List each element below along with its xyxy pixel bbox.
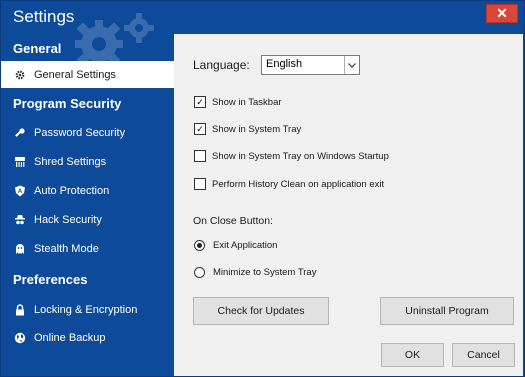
- radio-circle: [194, 239, 205, 251]
- radio-label: Minimize to System Tray: [213, 266, 317, 278]
- show-in-tray-on-startup-checkbox[interactable]: Show in System Tray on Windows Startup: [194, 149, 389, 163]
- sidebar-item-label: General Settings: [34, 68, 116, 81]
- radio-circle: [194, 266, 205, 278]
- checkbox-box: ✓: [194, 96, 206, 108]
- show-in-taskbar-checkbox[interactable]: ✓ Show in Taskbar: [194, 95, 282, 109]
- settings-window: Settings ✕ General General Settings Prog…: [0, 0, 525, 377]
- ghost-icon: [13, 242, 27, 256]
- shield-icon: A: [13, 184, 27, 198]
- cancel-button[interactable]: Cancel: [452, 343, 515, 367]
- language-select[interactable]: English: [261, 55, 360, 75]
- sidebar-item-label: Online Backup: [34, 331, 106, 344]
- checkbox-label: Show in System Tray on Windows Startup: [212, 150, 389, 162]
- checkbox-box: [194, 178, 206, 190]
- sidebar-item-hack-security[interactable]: Hack Security: [1, 206, 174, 233]
- sidebar-item-label: Hack Security: [34, 213, 102, 226]
- key-icon: [13, 126, 27, 140]
- checkbox-label: Show in Taskbar: [212, 96, 282, 108]
- sidebar-item-stealth-mode[interactable]: Stealth Mode: [1, 235, 174, 262]
- sidebar-section-program-security: Program Security: [13, 96, 122, 111]
- ok-button[interactable]: OK: [381, 343, 444, 367]
- sidebar-item-label: Auto Protection: [34, 184, 110, 197]
- minimize-to-tray-radio[interactable]: Minimize to System Tray: [194, 265, 316, 279]
- sidebar-item-online-backup[interactable]: Online Backup: [1, 324, 174, 351]
- checkbox-box: ✓: [194, 123, 206, 135]
- sidebar-item-label: Stealth Mode: [34, 242, 99, 255]
- sidebar-item-password-security[interactable]: Password Security: [1, 119, 174, 146]
- shredder-icon: [13, 155, 27, 169]
- checkbox-label: Show in System Tray: [212, 123, 302, 135]
- language-label: Language:: [193, 58, 250, 72]
- language-value: English: [266, 58, 303, 70]
- sidebar-item-shred-settings[interactable]: Shred Settings: [1, 148, 174, 175]
- sidebar-item-label: Shred Settings: [34, 155, 107, 168]
- gear-icon: [13, 68, 27, 82]
- checkbox-box: [194, 150, 206, 162]
- check-for-updates-button[interactable]: Check for Updates: [193, 297, 329, 325]
- globe-icon: [13, 331, 27, 345]
- sidebar-item-label: Password Security: [34, 126, 126, 139]
- sidebar-item-auto-protection[interactable]: A Auto Protection: [1, 177, 174, 204]
- settings-content-panel: Language: English ✓ Show in Taskbar ✓ Sh…: [174, 34, 523, 376]
- uninstall-program-button[interactable]: Uninstall Program: [380, 297, 514, 325]
- chevron-down-icon: [344, 56, 359, 74]
- radio-label: Exit Application: [213, 239, 278, 251]
- lock-icon: [13, 303, 27, 317]
- sidebar-item-general-settings[interactable]: General Settings: [1, 61, 174, 88]
- exit-application-radio[interactable]: Exit Application: [194, 238, 277, 252]
- checkbox-label: Perform History Clean on application exi…: [212, 178, 385, 190]
- sidebar-section-preferences: Preferences: [13, 272, 88, 287]
- sidebar-item-label: Locking & Encryption: [34, 303, 138, 316]
- sidebar: General General Settings Program Securit…: [1, 34, 174, 376]
- sidebar-section-general: General: [13, 41, 62, 56]
- on-close-label: On Close Button:: [193, 215, 273, 227]
- close-button[interactable]: ✕: [486, 4, 518, 23]
- svg-text:A: A: [18, 189, 23, 195]
- history-clean-on-exit-checkbox[interactable]: Perform History Clean on application exi…: [194, 177, 384, 191]
- spy-icon: [13, 213, 27, 227]
- show-in-system-tray-checkbox[interactable]: ✓ Show in System Tray: [194, 122, 301, 136]
- sidebar-item-locking-encryption[interactable]: Locking & Encryption: [1, 296, 174, 323]
